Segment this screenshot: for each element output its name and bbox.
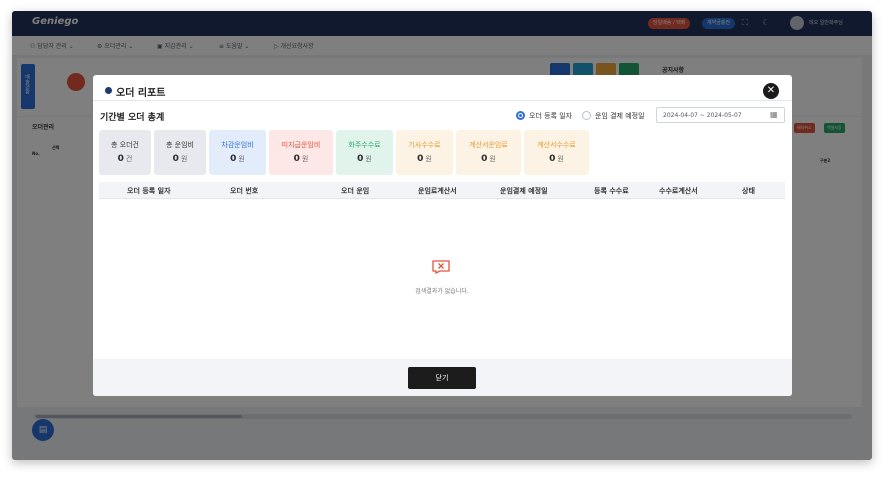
th-order-fare[interactable]: 오더 운임 (341, 186, 369, 196)
card-invoice-fare: 계산서운임료 0원 (456, 130, 521, 175)
title-dot-icon (105, 87, 112, 94)
radio-order-date[interactable] (516, 111, 525, 120)
table-header: 오더 등록 일자 오더 번호 오더 운임 운임료계산서 운임결제 예정일 등록 … (99, 182, 785, 199)
card-driver-fee: 기사수수료 0원 (396, 130, 453, 175)
order-report-modal: 오더 리포트 ✕ 기간별 오더 총계 오더 등록 일자 운임 결제 예정일 20… (93, 75, 792, 396)
empty-result-icon (432, 260, 450, 274)
empty-message: 검색결과가 없습니다. (415, 288, 469, 295)
close-button[interactable]: 닫기 (408, 367, 476, 389)
card-unpaid-fare: 미지급운임비 0원 (269, 130, 333, 175)
th-fee-invoice[interactable]: 수수료계산서 (659, 186, 698, 196)
card-total-orders: 총 오더건 0건 (99, 130, 151, 175)
radio-order-date-label[interactable]: 오더 등록 일자 (529, 111, 572, 121)
th-order-date[interactable]: 오더 등록 일자 (127, 186, 171, 196)
th-payment-date[interactable]: 운임결제 예정일 (500, 186, 548, 196)
card-shipper-fee: 화주수수료 0원 (336, 130, 393, 175)
modal-title: 오더 리포트 (116, 88, 166, 99)
th-status[interactable]: 상태 (742, 186, 755, 196)
date-range-value: 2024-04-07 ~ 2024-05-07 (663, 112, 742, 119)
modal-header: 오더 리포트 ✕ (93, 75, 792, 101)
date-range-input[interactable]: 2024-04-07 ~ 2024-05-07 ▦ (656, 107, 785, 123)
radio-payment-date[interactable] (582, 111, 591, 120)
th-order-number[interactable]: 오더 번호 (230, 186, 258, 196)
close-icon[interactable]: ✕ (763, 83, 779, 99)
app-window: Geniego 당일배송 / 택배 계약금충전 ⛶ ☾ 테오 일반화주님 ⚇ 담… (12, 11, 872, 460)
radio-payment-date-label[interactable]: 운임 결제 예정일 (595, 111, 645, 121)
calendar-icon[interactable]: ▦ (770, 110, 778, 119)
th-registration-fee[interactable]: 등록 수수료 (594, 186, 629, 196)
th-fare-invoice[interactable]: 운임료계산서 (418, 186, 457, 196)
section-title: 기간별 오더 총계 (100, 113, 165, 123)
card-invoice-fee: 계산서수수료 0원 (524, 130, 589, 175)
card-total-fare: 총 운임비 0원 (154, 130, 206, 175)
card-deducted-fare: 차감운임비 0원 (209, 130, 266, 175)
modal-footer: 닫기 (93, 359, 792, 396)
